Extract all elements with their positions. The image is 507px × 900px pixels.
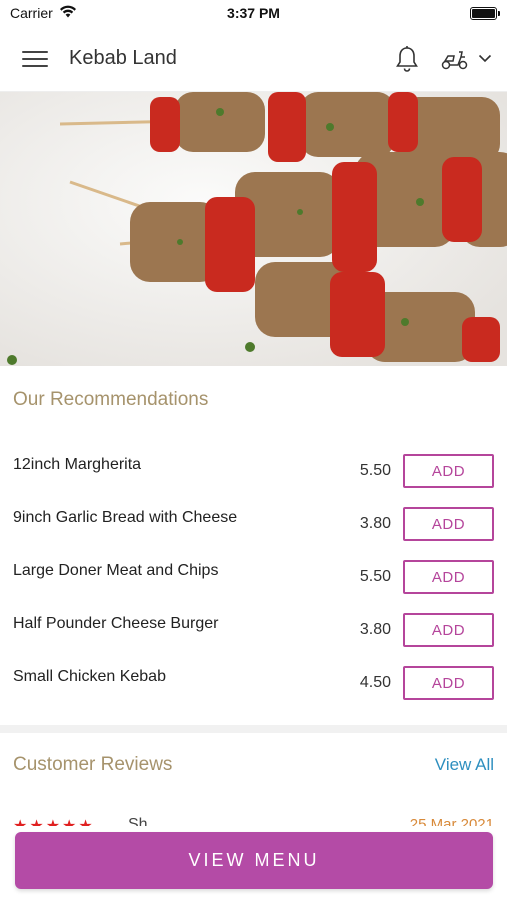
- add-button[interactable]: ADD: [403, 613, 494, 647]
- battery-icon: [470, 6, 500, 20]
- item-name: Large Doner Meat and Chips: [13, 562, 219, 579]
- recommendations-title: Our Recommendations: [13, 389, 209, 410]
- section-divider: [0, 725, 507, 733]
- bell-icon[interactable]: [392, 42, 422, 76]
- scooter-icon[interactable]: [440, 44, 470, 74]
- item-price: 5.50: [359, 462, 391, 479]
- wifi-icon: [59, 5, 77, 21]
- view-menu-button[interactable]: VIEW MENU: [15, 832, 493, 889]
- chevron-down-icon[interactable]: [476, 50, 494, 68]
- add-button[interactable]: ADD: [403, 666, 494, 700]
- restaurant-title: Kebab Land: [69, 47, 177, 69]
- status-time: 3:37 PM: [227, 5, 280, 21]
- list-item: 9inch Garlic Bread with Cheese 3.80 ADD: [0, 501, 507, 554]
- app-header: Kebab Land: [0, 26, 507, 92]
- item-price: 3.80: [359, 621, 391, 638]
- item-name: Half Pounder Cheese Burger: [13, 615, 219, 632]
- menu-icon[interactable]: [22, 49, 48, 69]
- reviews-title: Customer Reviews: [13, 754, 173, 775]
- item-price: 5.50: [359, 568, 391, 585]
- add-button[interactable]: ADD: [403, 560, 494, 594]
- item-name: Small Chicken Kebab: [13, 668, 166, 685]
- carrier-label: Carrier: [10, 5, 53, 21]
- item-name: 9inch Garlic Bread with Cheese: [13, 509, 238, 526]
- list-item: 12inch Margherita 5.50 ADD: [0, 448, 507, 501]
- item-name: 12inch Margherita: [13, 456, 142, 473]
- list-item: Half Pounder Cheese Burger 3.80 ADD: [0, 607, 507, 660]
- list-item: Large Doner Meat and Chips 5.50 ADD: [0, 554, 507, 607]
- item-price: 3.80: [359, 515, 391, 532]
- recommendations-list: 12inch Margherita 5.50 ADD 9inch Garlic …: [0, 448, 507, 713]
- add-button[interactable]: ADD: [403, 507, 494, 541]
- status-left: Carrier: [10, 5, 77, 21]
- add-button[interactable]: ADD: [403, 454, 494, 488]
- list-item: Small Chicken Kebab 4.50 ADD: [0, 660, 507, 713]
- status-bar: Carrier 3:37 PM: [0, 0, 507, 26]
- hero-food-image: [0, 92, 507, 366]
- view-all-link[interactable]: View All: [435, 755, 494, 775]
- item-price: 4.50: [359, 674, 391, 691]
